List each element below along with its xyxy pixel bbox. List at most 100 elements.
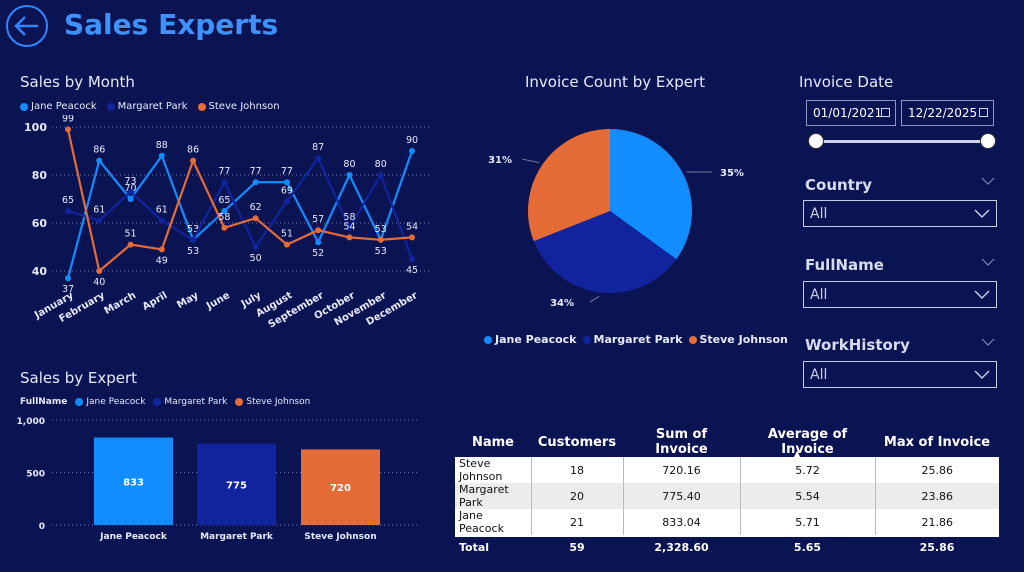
sales-by-month-legend: Jane Peacock Margaret Park Steve Johnson: [20, 101, 280, 112]
chevron-down-icon[interactable]: [981, 177, 995, 186]
legend-item-steve[interactable]: Steve Johnson: [197, 101, 280, 112]
back-button[interactable]: [6, 5, 48, 47]
legend-item-margaret[interactable]: Margaret Park: [106, 101, 188, 112]
pie-value-label: 34%: [550, 298, 574, 309]
fullname-slicer-title: FullName: [805, 256, 884, 274]
data-label: 54: [406, 221, 418, 232]
pie-value-label: 31%: [488, 155, 512, 166]
pie-value-label: 35%: [720, 168, 744, 179]
total-max: 25.86: [875, 535, 999, 557]
sales-by-month-title: Sales by Month: [20, 73, 135, 91]
data-point: [252, 244, 259, 250]
data-label: 80: [343, 159, 355, 170]
data-label: 65: [218, 195, 230, 206]
data-point: [315, 239, 322, 246]
legend-item-margaret[interactable]: Margaret Park: [153, 397, 227, 407]
column-header[interactable]: Average of Invoice: [740, 427, 875, 457]
workhistory-dropdown-value: All: [810, 367, 828, 383]
column-header[interactable]: Max of Invoice: [875, 427, 999, 457]
chevron-down-icon[interactable]: [981, 338, 995, 347]
x-tick-label: April: [141, 290, 170, 313]
cell-max: 25.86: [875, 457, 999, 483]
legend-title: FullName: [20, 397, 68, 407]
country-dropdown[interactable]: All: [803, 200, 997, 227]
table-row[interactable]: Margaret Park 20 775.40 5.54 23.86: [455, 483, 999, 509]
y-tick-label: 60: [32, 217, 48, 230]
sales-by-expert-title: Sales by Expert: [20, 369, 138, 387]
fullname-dropdown-value: All: [810, 287, 828, 303]
data-label: 87: [312, 142, 324, 153]
leader-line: [589, 295, 600, 303]
data-label: 73: [124, 176, 136, 187]
x-tick-label: Steve Johnson: [304, 532, 376, 542]
table-row[interactable]: Jane Peacock 21 833.04 5.71 21.86: [455, 509, 999, 536]
legend-item-jane[interactable]: Jane Peacock: [20, 101, 97, 112]
data-point: [127, 188, 134, 195]
total-label: Total: [455, 535, 531, 557]
chevron-down-icon[interactable]: [981, 258, 995, 267]
y-tick-label: 40: [32, 265, 48, 278]
cell-average: 5.54: [740, 483, 876, 509]
data-point: [315, 155, 322, 162]
data-label: 80: [375, 159, 387, 170]
leader-line: [521, 158, 539, 164]
data-point: [283, 241, 290, 248]
legend-item-margaret[interactable]: Margaret Park: [582, 333, 683, 346]
country-slicer-title: Country: [805, 176, 873, 194]
invoice-date-title: Invoice Date: [799, 73, 894, 91]
x-tick-label: Jane Peacock: [99, 532, 168, 542]
summary-table-container: Name Customers Sum of Invoice ▲ Average …: [455, 427, 999, 557]
data-label: 52: [312, 248, 324, 259]
data-label: 37: [62, 284, 74, 295]
legend-item-steve[interactable]: Steve Johnson: [688, 333, 788, 346]
calendar-icon[interactable]: [979, 108, 988, 117]
end-date-input[interactable]: 12/22/2025: [901, 100, 994, 126]
start-date-value: 01/01/2021: [813, 106, 883, 120]
cell-max: 23.86: [875, 483, 999, 509]
column-header-sorted[interactable]: Sum of Invoice ▲: [623, 427, 800, 458]
start-date-input[interactable]: 01/01/2021: [806, 100, 896, 126]
cell-name: Margaret Park: [455, 483, 532, 509]
total-customers: 59: [531, 535, 623, 557]
y-tick-label: 80: [32, 169, 48, 182]
sales-by-month-chart[interactable]: 406080100JanuaryFebruaryMarch April May Jun…: [0, 115, 440, 345]
calendar-icon[interactable]: [881, 108, 890, 117]
sort-ascending-icon: ▲: [794, 449, 801, 458]
invoice-count-pie-chart[interactable]: 35% 34% 31%: [470, 118, 770, 318]
legend-dot: [582, 335, 591, 344]
data-label: 45: [406, 265, 418, 276]
legend-item-steve[interactable]: Steve Johnson: [235, 397, 310, 407]
table-total-row: Total 59 2,328.60 5.65 25.86: [455, 535, 999, 557]
date-slider-start-handle[interactable]: [808, 133, 824, 149]
cell-customers: 21: [531, 509, 624, 536]
table-row[interactable]: Steve Johnson 18 720.16 5.72 25.86: [455, 457, 999, 483]
sales-by-expert-chart[interactable]: 0 500 1,000 833 Jane Peacock 775 Margaret Park…: [0, 410, 440, 550]
data-point: [315, 227, 322, 234]
page-title: Sales Experts: [64, 8, 279, 41]
total-sum: 2,328.60: [623, 535, 740, 557]
legend-item-jane[interactable]: Jane Peacock: [484, 333, 577, 346]
workhistory-dropdown[interactable]: All: [803, 361, 997, 388]
data-point: [377, 236, 384, 243]
workhistory-slicer-title: WorkHistory: [805, 336, 910, 354]
data-label: 53: [187, 246, 199, 257]
y-tick-label: 100: [24, 121, 47, 134]
legend-dot: [106, 102, 115, 111]
legend-item-jane[interactable]: Jane Peacock: [75, 397, 145, 407]
date-slider-track[interactable]: [816, 140, 988, 143]
data-point: [409, 148, 415, 154]
x-tick-label: March: [103, 290, 139, 317]
fullname-dropdown[interactable]: All: [803, 281, 997, 308]
data-label: 62: [250, 202, 262, 213]
data-label: 61: [156, 205, 168, 216]
legend-label: Steve Johnson: [699, 333, 788, 346]
cell-name: Steve Johnson: [455, 457, 532, 483]
data-label: 77: [250, 166, 262, 177]
summary-table: Name Customers Sum of Invoice ▲ Average …: [455, 427, 999, 557]
column-header[interactable]: Name: [455, 427, 531, 457]
column-header[interactable]: Customers: [531, 427, 623, 457]
country-dropdown-value: All: [810, 206, 828, 222]
date-slider-end-handle[interactable]: [980, 133, 996, 149]
chevron-down-icon: [974, 370, 990, 380]
legend-label: Jane Peacock: [31, 101, 97, 112]
